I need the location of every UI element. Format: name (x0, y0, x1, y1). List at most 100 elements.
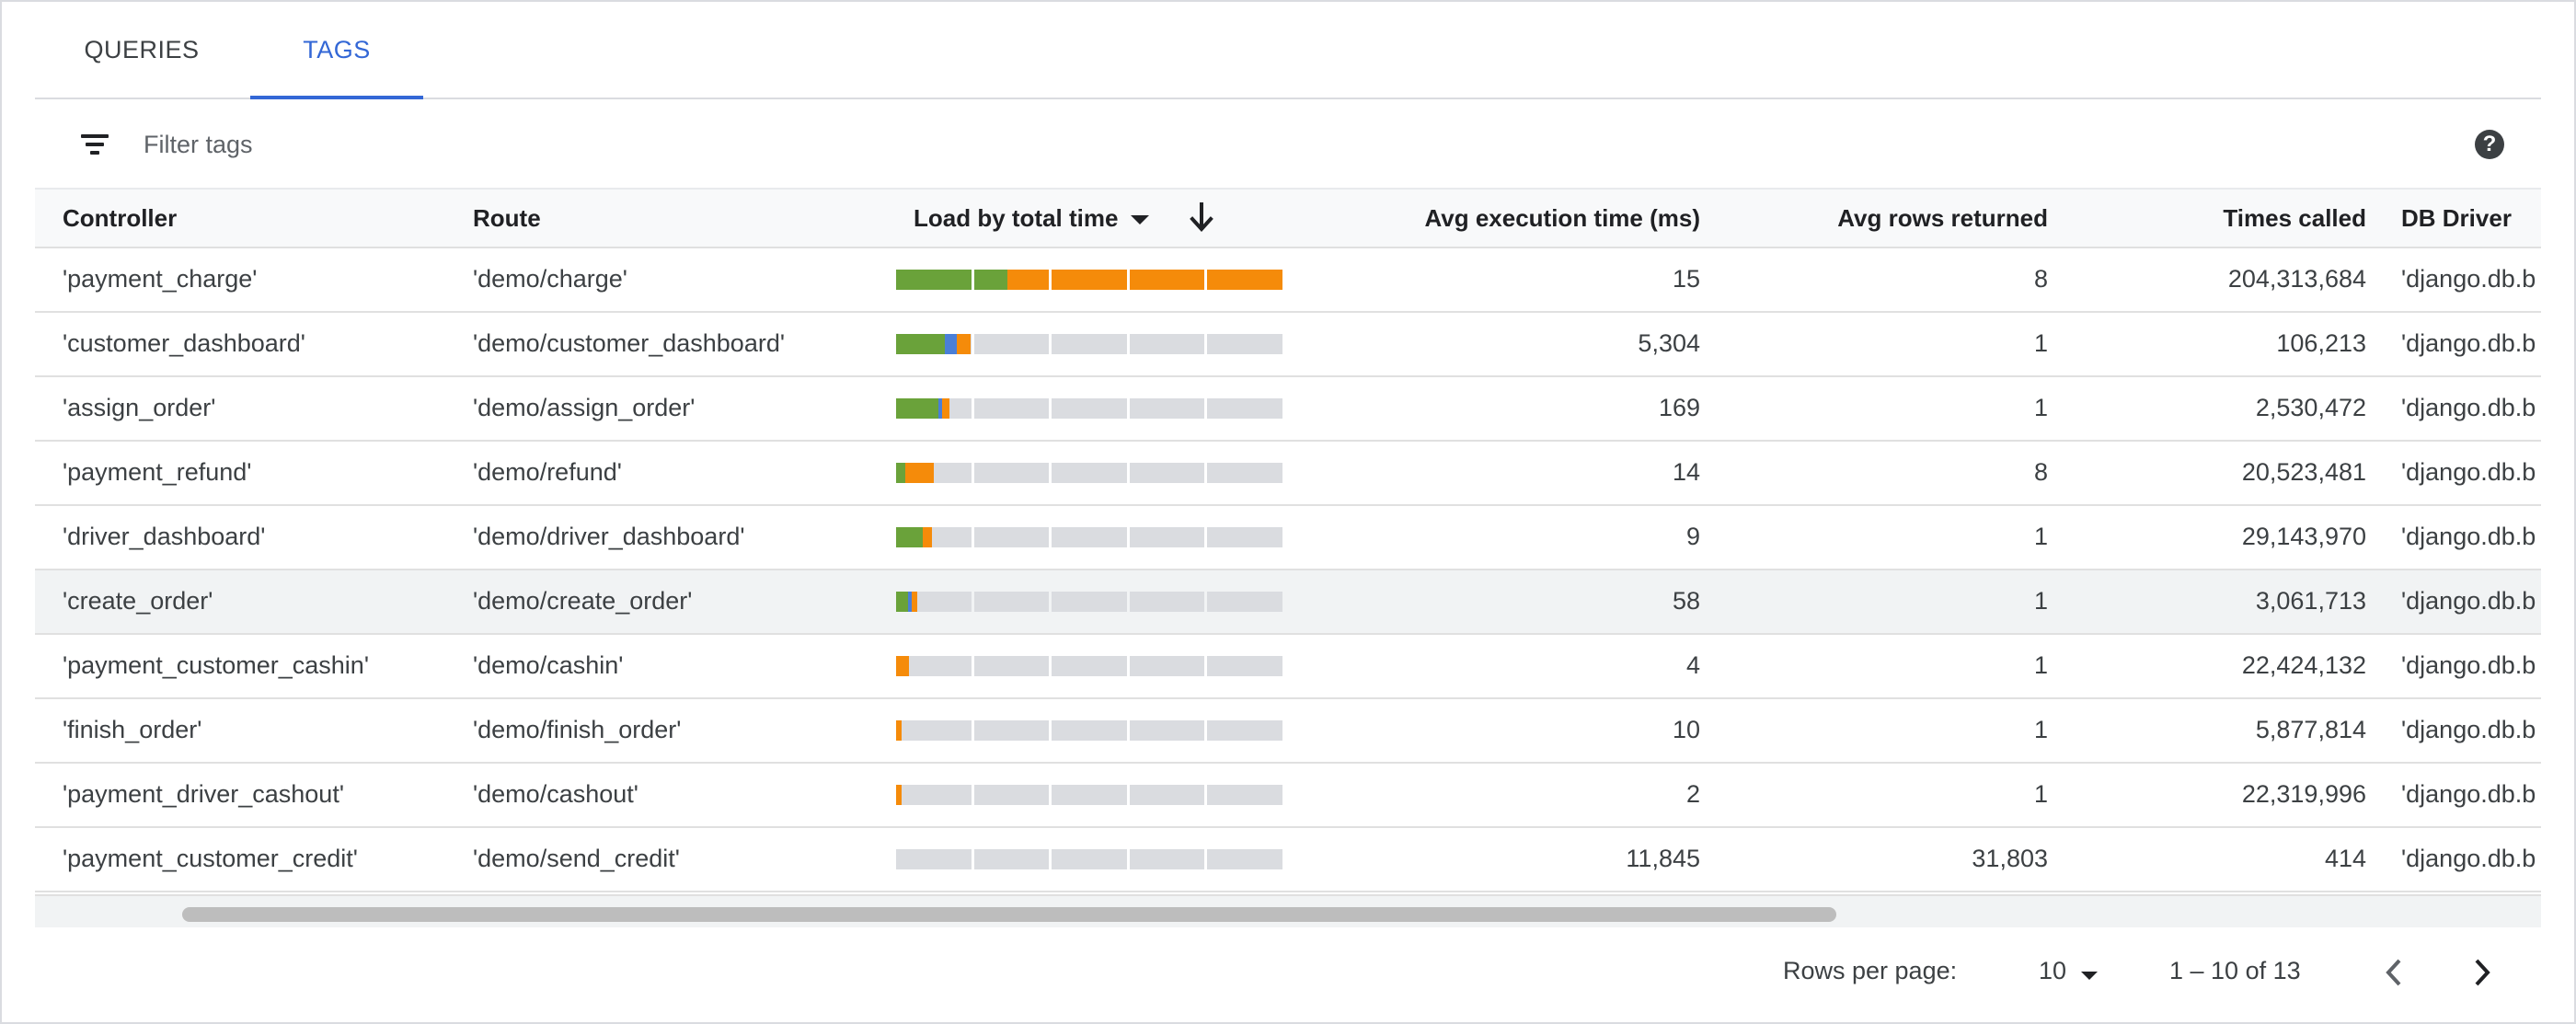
table-row[interactable]: 'payment_charge' 'demo/charge' 15 8 204,313,… (35, 248, 2541, 313)
load-bar (896, 849, 1282, 869)
load-bar-track-segment (1129, 785, 1205, 805)
load-bar-track-segment (973, 398, 1050, 419)
page-range: 1 – 10 of 13 (2169, 957, 2301, 984)
column-header-times-called[interactable]: Times called (2114, 204, 2366, 233)
cell-avg-rows: 8 (2033, 265, 2048, 293)
load-bar-track-segment (1207, 334, 1282, 354)
load-bar-divider (1049, 527, 1052, 547)
load-bar-track-segment (1052, 463, 1127, 483)
load-bar-divider (971, 849, 974, 869)
pagination: Rows per page: 10 1 – 10 of 13 (2, 931, 2574, 1019)
load-bar-track-segment (896, 849, 972, 869)
load-bar-fill-orange (922, 527, 932, 547)
cell-times-called: 3,061,713 (2255, 587, 2366, 615)
load-bar-track-segment (1052, 527, 1127, 547)
load-bar-divider (1204, 592, 1208, 612)
load-bar-fill-orange (905, 463, 935, 483)
cell-controller: 'payment_customer_credit' (63, 845, 358, 872)
load-bar-track-segment (1207, 463, 1282, 483)
cell-route: 'demo/send_credit' (473, 845, 680, 872)
load-bar-divider (971, 463, 974, 483)
scrollbar-thumb[interactable] (182, 907, 1836, 922)
cell-times-called: 414 (2324, 845, 2366, 872)
load-bar-track-segment (1207, 849, 1282, 869)
cell-db-driver: 'django.db.b (2401, 265, 2536, 293)
load-bar (896, 463, 1282, 483)
load-bar-track-segment (973, 785, 1050, 805)
rows-per-page-select[interactable]: 10 (2035, 948, 2109, 999)
column-header-db-driver[interactable]: DB Driver (2401, 204, 2512, 233)
load-bar-fill-green (896, 270, 1007, 290)
help-icon[interactable]: ? (2475, 130, 2504, 159)
column-header-load-label: Load by total time (914, 204, 1119, 232)
cell-avg-exec: 5,304 (1638, 329, 1700, 357)
load-bar-track-segment (1129, 849, 1205, 869)
load-bar (896, 527, 1282, 547)
sort-caret-icon[interactable] (1131, 215, 1150, 225)
load-bar-divider (1126, 720, 1130, 741)
tab-queries[interactable]: QUERIES (35, 2, 248, 98)
load-bar-track-segment (1129, 527, 1205, 547)
horizontal-scrollbar[interactable] (35, 894, 2541, 927)
sort-descending-icon[interactable] (1188, 199, 1215, 236)
load-bar (896, 592, 1282, 612)
load-bar-track-segment (1207, 592, 1282, 612)
table-row[interactable]: 'assign_order' 'demo/assign_order' 169 1 2,5… (35, 377, 2541, 442)
table-row[interactable]: 'payment_driver_cashout' 'demo/cashout' 2 1… (35, 764, 2541, 828)
load-bar-track-segment (1207, 720, 1282, 741)
load-bar-track-segment (973, 592, 1050, 612)
load-bar-divider (1204, 785, 1208, 805)
cell-route: 'demo/finish_order' (473, 716, 682, 743)
cell-times-called: 106,213 (2276, 329, 2366, 357)
load-bar (896, 398, 1282, 419)
load-bar-fill-orange (957, 334, 972, 354)
cell-db-driver: 'django.db.b (2401, 394, 2536, 421)
table-row[interactable]: 'driver_dashboard' 'demo/driver_dashboard… (35, 506, 2541, 570)
load-bar-divider (1049, 463, 1052, 483)
load-bar-track-segment (973, 463, 1050, 483)
load-bar-track-segment (1052, 398, 1127, 419)
cell-route: 'demo/customer_dashboard' (473, 329, 786, 357)
load-bar-divider (971, 592, 974, 612)
load-bar-divider (1049, 334, 1052, 354)
filter-tags-input[interactable] (142, 125, 697, 164)
load-bar (896, 720, 1282, 741)
table-row[interactable]: 'finish_order' 'demo/finish_order' 10 1 5,87… (35, 699, 2541, 764)
load-bar-divider (971, 334, 974, 354)
column-header-avg-rows[interactable]: Avg rows returned (1737, 204, 2048, 233)
cell-times-called: 5,877,814 (2255, 716, 2366, 743)
load-bar (896, 785, 1282, 805)
table-row[interactable]: 'payment_customer_cashin' 'demo/cashin' 4 1… (35, 635, 2541, 699)
column-header-load[interactable]: Load by total time (914, 204, 1150, 233)
load-bar-fill-orange (896, 785, 903, 805)
cell-avg-rows: 8 (2033, 458, 2048, 486)
table-row[interactable]: 'payment_refund' 'demo/refund' 14 8 20,523,4… (35, 442, 2541, 506)
table-row[interactable]: 'create_order' 'demo/create_order' 58 1 3,06… (35, 570, 2541, 635)
cell-avg-exec: 11,845 (1626, 845, 1700, 872)
cell-avg-exec: 14 (1672, 458, 1700, 486)
cell-avg-exec: 4 (1685, 651, 1700, 679)
load-bar-divider (1126, 592, 1130, 612)
table-row[interactable]: 'customer_dashboard' 'demo/customer_dashb… (35, 313, 2541, 377)
cell-route: 'demo/create_order' (473, 587, 693, 615)
table-row[interactable]: 'payment_customer_credit' 'demo/send_cred… (35, 828, 2541, 892)
previous-page-icon[interactable] (2374, 951, 2416, 994)
tab-tags[interactable]: TAGS (250, 2, 423, 99)
load-bar-divider (1204, 270, 1208, 290)
load-bar-divider (1126, 334, 1130, 354)
filter-icon[interactable] (81, 134, 109, 155)
load-bar-divider (971, 656, 974, 676)
next-page-icon[interactable] (2460, 951, 2502, 994)
load-bar-divider (971, 270, 974, 290)
load-bar-divider (1049, 398, 1052, 419)
load-bar-fill-green (896, 398, 938, 419)
cell-route: 'demo/assign_order' (473, 394, 696, 421)
cell-avg-rows: 1 (2033, 587, 2048, 615)
load-bar-divider (1126, 398, 1130, 419)
column-header-route[interactable]: Route (473, 204, 541, 233)
column-header-controller[interactable]: Controller (63, 204, 177, 233)
load-bar-divider (1049, 785, 1052, 805)
column-header-avg-exec[interactable]: Avg execution time (ms) (1323, 204, 1700, 233)
load-bar-track-segment (1052, 656, 1127, 676)
cell-avg-exec: 169 (1658, 394, 1700, 421)
